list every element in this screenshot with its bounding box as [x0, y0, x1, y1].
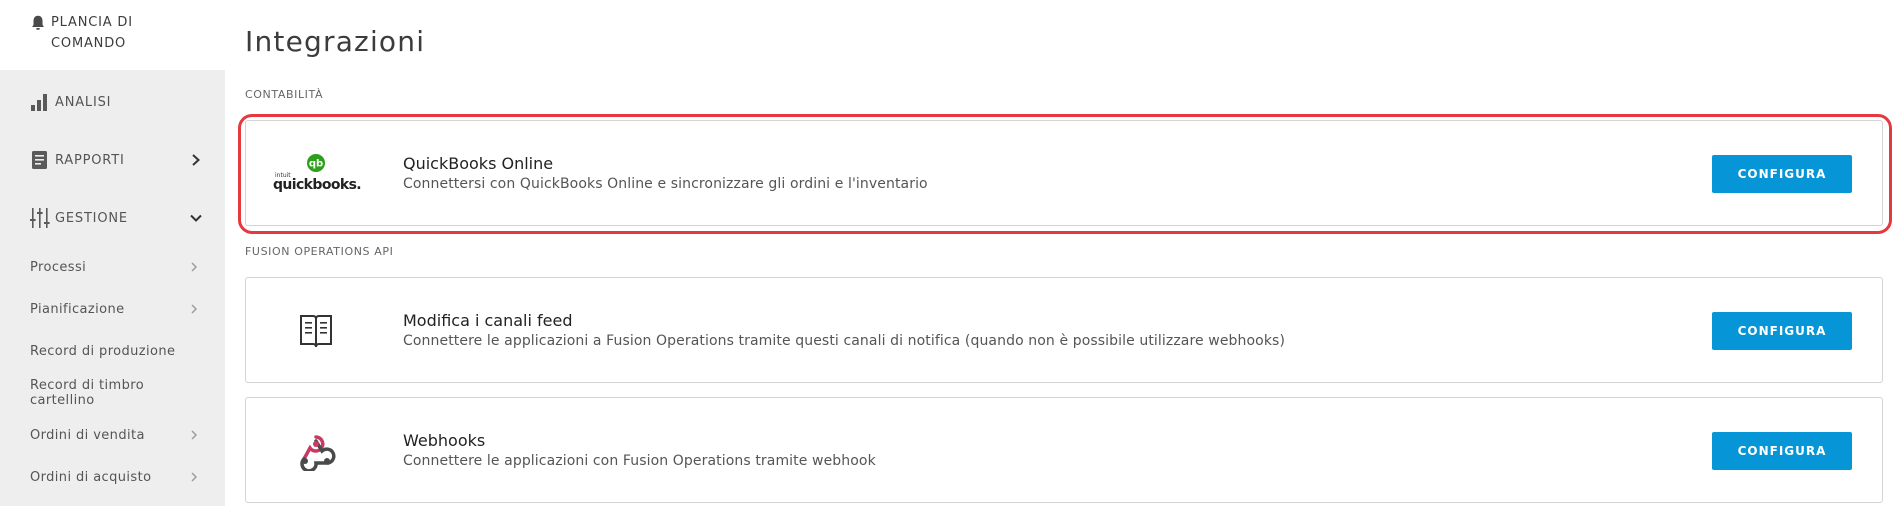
- sidebar-item-record-produzione[interactable]: Record di produzione: [30, 340, 200, 362]
- feed-logo: [266, 301, 366, 361]
- sidebar-item-label: ANALISI: [55, 94, 112, 110]
- section-label-fusion-api: FUSION OPERATIONS API: [245, 245, 394, 258]
- integration-card-webhooks: Webhooks Connettere le applicazioni con …: [245, 397, 1883, 503]
- integration-card-quickbooks: qb intuit quickbooks. QuickBooks Online …: [245, 120, 1883, 226]
- card-description: Connettere le applicazioni a Fusion Oper…: [403, 333, 1286, 349]
- configura-quickbooks-button[interactable]: CONFIGURA: [1712, 155, 1852, 193]
- sidebar-item-analisi[interactable]: ANALISI: [29, 90, 204, 114]
- quickbooks-wordmark: quickbooks.: [273, 177, 361, 193]
- sidebar-item-rapporti[interactable]: RAPPORTI: [29, 148, 204, 172]
- document-icon: [32, 151, 47, 169]
- chevron-right-icon: [191, 430, 197, 440]
- section-label-contabilita: CONTABILITÀ: [245, 88, 324, 101]
- configura-feed-button[interactable]: CONFIGURA: [1712, 312, 1852, 350]
- app-window: PLANCIA DI COMANDO ANALISI RAPPORTI GEST…: [0, 0, 1900, 506]
- sidebar-nav-panel: ANALISI RAPPORTI GESTIONE Processi Piani…: [0, 70, 225, 506]
- configura-webhooks-button[interactable]: CONFIGURA: [1712, 432, 1852, 470]
- quickbooks-logo: qb intuit quickbooks.: [266, 144, 366, 204]
- card-description: Connettersi con QuickBooks Online e sinc…: [403, 176, 928, 192]
- sidebar-item-record-timbro[interactable]: Record di timbro cartellino: [30, 378, 200, 408]
- integration-card-feed: Modifica i canali feed Connettere le app…: [245, 277, 1883, 383]
- sidebar-item-label: Pianificazione: [30, 301, 125, 317]
- sidebar-top-label: PLANCIA DI COMANDO: [51, 15, 133, 51]
- card-title: Webhooks: [403, 431, 486, 450]
- sidebar-item-label: Record di produzione: [30, 343, 176, 359]
- sidebar-item-label: RAPPORTI: [55, 152, 125, 168]
- page-title: Integrazioni: [245, 25, 426, 58]
- sidebar-item-ordini-vendita[interactable]: Ordini di vendita: [30, 424, 200, 446]
- bell-icon: [32, 15, 44, 30]
- sidebar-item-processi[interactable]: Processi: [30, 256, 200, 278]
- chevron-right-icon: [191, 304, 197, 314]
- quickbooks-logo-icon: qb intuit quickbooks.: [273, 154, 361, 193]
- quickbooks-badge-text: qb: [309, 159, 323, 170]
- sidebar-item-label: Ordini di vendita: [30, 427, 145, 443]
- sidebar-item-label: Processi: [30, 259, 87, 275]
- sidebar-item-label: Record di timbro cartellino: [30, 378, 145, 408]
- sidebar-item-gestione[interactable]: GESTIONE: [29, 206, 204, 230]
- sidebar-item-label: Ordini di acquisto: [30, 469, 152, 485]
- sidebar-item-label: GESTIONE: [55, 210, 128, 226]
- chevron-right-icon: [191, 472, 197, 482]
- main-content: Integrazioni CONTABILITÀ qb intuit quick…: [225, 0, 1900, 506]
- sidebar: PLANCIA DI COMANDO ANALISI RAPPORTI GEST…: [0, 0, 225, 506]
- chevron-right-icon: [191, 262, 197, 272]
- sidebar-item-pianificazione[interactable]: Pianificazione: [30, 298, 200, 320]
- sidebar-item-ordini-acquisto[interactable]: Ordini di acquisto: [30, 466, 200, 488]
- feed-book-icon: [300, 315, 332, 348]
- chevron-down-icon: [190, 214, 202, 222]
- sliders-icon: [30, 208, 50, 228]
- card-description: Connettere le applicazioni con Fusion Op…: [403, 453, 876, 469]
- card-title: Modifica i canali feed: [403, 311, 573, 330]
- webhook-logo: [266, 421, 366, 481]
- webhook-icon: [300, 435, 336, 471]
- chevron-right-icon: [192, 154, 200, 166]
- card-title: QuickBooks Online: [403, 154, 554, 173]
- sidebar-item-plancia[interactable]: PLANCIA DI COMANDO: [0, 0, 225, 70]
- bar-chart-icon: [31, 94, 47, 111]
